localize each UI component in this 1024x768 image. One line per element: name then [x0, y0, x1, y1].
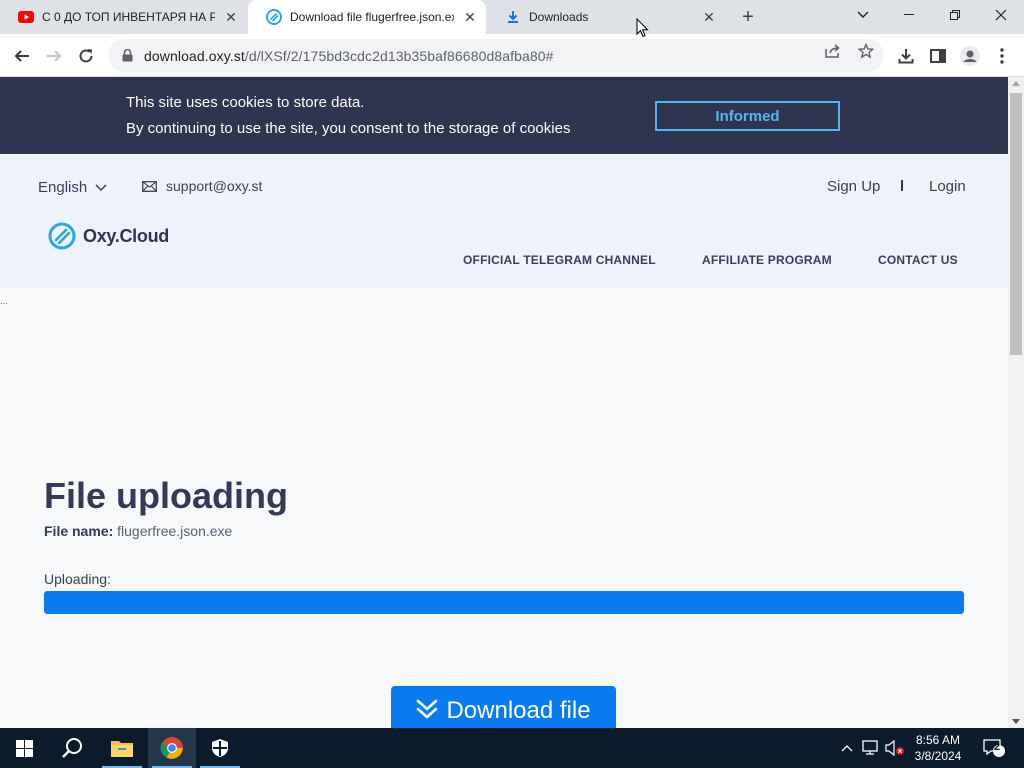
download-file-label: Download file [446, 697, 591, 724]
arrow-right-icon [47, 50, 62, 62]
close-window-button[interactable] [978, 0, 1024, 30]
logo-text: Oxy.Cloud [83, 225, 169, 246]
volume-muted-icon[interactable] [884, 728, 906, 768]
scrollbar-thumb[interactable] [1010, 93, 1022, 355]
clock-date: 3/8/2024 [914, 749, 962, 763]
download-file-button[interactable]: Download file [391, 686, 616, 728]
download-icon [505, 9, 521, 25]
url-text: download.oxy.st/d/lXSf/2/175bd3cdc2d13b3… [144, 48, 554, 64]
reload-button[interactable] [72, 42, 100, 70]
forward-button[interactable] [40, 42, 68, 70]
tab-title: Downloads [529, 10, 589, 24]
cookie-text-line1: This site uses cookies to store data. [126, 94, 365, 111]
folder-icon [111, 741, 133, 757]
url-path: /d/lXSf/2/175bd3cdc2d13b35baf86680d8afba… [244, 47, 554, 64]
windows-taskbar: 8:56 AM 3/8/2024 2 [0, 728, 1024, 768]
new-tab-button[interactable]: + [736, 5, 760, 29]
nav-telegram-channel[interactable]: OFFICIAL TELEGRAM CHANNEL [463, 253, 656, 267]
restore-button[interactable] [932, 0, 978, 30]
tab-search-button[interactable] [840, 0, 886, 30]
security-taskbar-button[interactable] [196, 728, 244, 768]
share-icon[interactable] [824, 42, 842, 60]
file-name-value: flugerfree.json.exe [117, 523, 233, 539]
file-explorer-button[interactable] [98, 728, 146, 768]
chrome-taskbar-button[interactable] [148, 728, 196, 768]
windows-logo-icon [15, 739, 33, 757]
oxy-cloud-logo-icon [48, 222, 76, 250]
sign-up-link[interactable]: Sign Up [827, 178, 880, 195]
close-tab-icon[interactable]: ✕ [462, 9, 478, 25]
support-email-link[interactable]: support@oxy.st [142, 178, 262, 194]
downloads-icon[interactable] [895, 45, 917, 67]
upload-progress-bar [44, 591, 964, 614]
nav-contact-us[interactable]: CONTACT US [878, 253, 958, 267]
cookie-banner: This site uses cookies to store data. By… [0, 77, 1008, 154]
tab-youtube[interactable]: С 0 ДО ТОП ИНВЕНТАРЯ НА РИ ✕ [0, 0, 247, 34]
page-scrollbar[interactable] [1008, 77, 1024, 728]
chevron-up-icon [841, 745, 853, 752]
back-button[interactable] [8, 42, 36, 70]
scroll-up-arrow-icon[interactable] [1012, 81, 1020, 86]
action-center-button[interactable]: 2 [980, 728, 1008, 768]
shield-icon [212, 739, 228, 757]
tab-strip: С 0 ДО ТОП ИНВЕНТАРЯ НА РИ ✕ Download fi… [0, 0, 1024, 34]
lock-icon[interactable] [120, 49, 134, 63]
close-tab-icon[interactable]: ✕ [701, 9, 717, 25]
search-button[interactable] [48, 728, 96, 768]
uploading-label: Uploading: [44, 571, 111, 587]
youtube-icon [18, 9, 34, 25]
mouse-cursor-icon [636, 18, 649, 38]
tab-title: Download file flugerfree.json.exe [290, 10, 454, 24]
language-selector[interactable]: English [38, 179, 107, 196]
support-email: support@oxy.st [166, 178, 263, 194]
file-name-row: File name: flugerfree.json.exe [44, 523, 232, 539]
login-link[interactable]: Login [929, 178, 966, 195]
chevron-down-icon [95, 179, 107, 196]
bookmark-star-icon[interactable] [857, 42, 875, 60]
auth-divider [901, 180, 903, 191]
arrow-left-icon [14, 50, 29, 62]
cookie-text-line2: By continuing to use the site, you conse… [126, 120, 571, 137]
tab-downloads[interactable]: Downloads ✕ [487, 0, 725, 34]
profile-avatar-icon[interactable] [959, 45, 981, 67]
address-bar[interactable]: download.oxy.st/d/lXSf/2/175bd3cdc2d13b3… [108, 39, 884, 72]
side-panel-icon[interactable] [927, 45, 949, 67]
tab-download-file[interactable]: Download file flugerfree.json.exe ✕ [248, 0, 486, 34]
ellipsis-text: ... [0, 296, 8, 306]
language-label: English [38, 179, 88, 196]
search-icon [62, 738, 82, 758]
upload-progress-fill [44, 591, 964, 614]
url-host: download.oxy.st [144, 47, 245, 64]
scroll-down-arrow-icon[interactable] [1012, 719, 1020, 724]
double-chevron-down-icon [416, 697, 438, 719]
close-tab-icon[interactable]: ✕ [223, 9, 239, 25]
menu-kebab-icon[interactable] [991, 45, 1013, 67]
site-logo[interactable]: Oxy.Cloud [48, 222, 169, 250]
network-icon[interactable] [860, 728, 882, 768]
start-button[interactable] [0, 728, 48, 768]
tab-title: С 0 ДО ТОП ИНВЕНТАРЯ НА РИ [42, 10, 215, 24]
page-viewport: This site uses cookies to store data. By… [0, 77, 1008, 728]
nav-affiliate-program[interactable]: AFFILIATE PROGRAM [702, 253, 832, 267]
browser-toolbar: download.oxy.st/d/lXSf/2/175bd3cdc2d13b3… [0, 34, 1024, 77]
cookie-informed-button[interactable]: Informed [655, 101, 840, 131]
page-title: File uploading [44, 475, 288, 516]
mail-icon [142, 180, 157, 192]
system-clock[interactable]: 8:56 AM 3/8/2024 [906, 732, 970, 764]
clock-time: 8:56 AM [915, 733, 961, 747]
chrome-icon [160, 737, 183, 759]
notification-count: 2 [994, 741, 1001, 753]
oxy-cloud-icon [266, 9, 282, 25]
show-hidden-icons-button[interactable] [838, 728, 856, 768]
minimize-button[interactable] [886, 0, 932, 30]
chevron-down-icon [857, 11, 869, 18]
site-header: English support@oxy.st Sign Up Login Oxy… [0, 154, 1008, 288]
file-name-label: File name: [44, 523, 114, 539]
reload-icon [79, 49, 93, 63]
